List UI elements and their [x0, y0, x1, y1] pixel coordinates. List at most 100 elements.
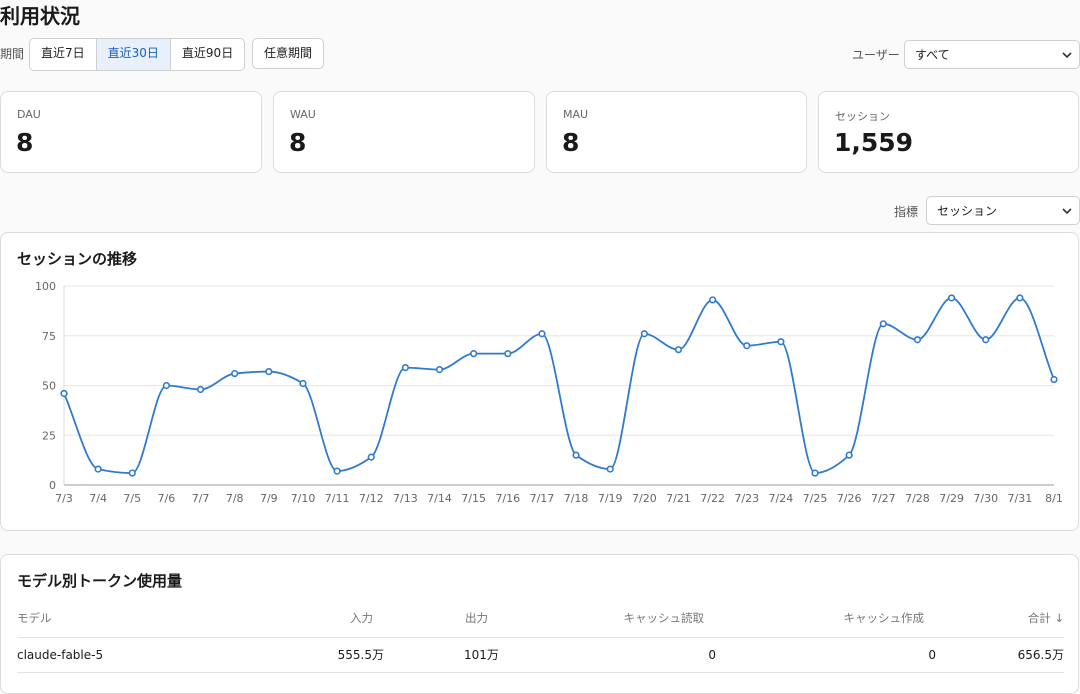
x-tick-label: 7/31 — [1008, 492, 1033, 505]
column-header-model[interactable]: モデル — [17, 603, 52, 634]
table-row: claude-fable-5 555.5万 101万 0 0 656.5万 — [17, 638, 1064, 673]
x-tick-label: 8/1 — [1045, 492, 1063, 505]
data-point — [640, 330, 648, 338]
x-tick-label: 7/26 — [837, 492, 862, 505]
x-tick-label: 7/12 — [359, 492, 384, 505]
data-point — [913, 336, 922, 344]
mau-label: MAU — [563, 108, 589, 121]
data-point — [1050, 375, 1058, 384]
cache-read-cell: 0 — [708, 648, 716, 662]
x-tick-label: 7/27 — [871, 492, 896, 505]
sessions-card: セッション 1,559 — [818, 91, 1079, 173]
x-tick-label: 7/3 — [55, 492, 73, 505]
y-tick-label: 50 — [42, 380, 56, 393]
data-point — [606, 465, 614, 473]
chevron-down-icon — [1062, 197, 1072, 237]
x-tick-label: 7/6 — [158, 492, 176, 505]
x-tick-label: 7/14 — [427, 492, 452, 505]
x-tick-label: 7/24 — [769, 492, 794, 505]
x-tick-label: 7/22 — [700, 492, 725, 505]
data-point — [162, 381, 171, 390]
data-point — [94, 465, 102, 473]
data-point — [845, 451, 853, 459]
chart-panel: セッションの推移 0 25 50 75 100 7/3 7/4 7/5 7/6 7/7 7/8 7/9… — [0, 232, 1079, 531]
mau-card: MAU 8 — [546, 91, 807, 173]
data-point — [743, 342, 751, 350]
data-point — [196, 385, 205, 394]
input-cell: 555.5万 — [337, 648, 384, 662]
x-tick-label: 7/18 — [564, 492, 589, 505]
period-30d-button[interactable]: 直近30日 — [96, 39, 171, 70]
data-point — [265, 367, 273, 376]
period-90d-button[interactable]: 直近90日 — [171, 39, 244, 70]
total-cell: 656.5万 — [1017, 648, 1064, 662]
token-usage-panel: モデル別トークン使用量 モデル 入力 出力 キャッシュ読取 キャッシュ作成 合計… — [0, 554, 1079, 694]
column-header-cache-write[interactable]: キャッシュ作成 — [844, 603, 925, 634]
y-tick-label: 25 — [42, 429, 56, 442]
x-tick-label: 7/19 — [598, 492, 623, 505]
x-tick-label: 7/10 — [291, 492, 316, 505]
data-point — [982, 336, 990, 344]
data-point — [674, 346, 683, 354]
data-point — [572, 451, 580, 459]
column-header-cache-read[interactable]: キャッシュ読取 — [624, 603, 705, 634]
model-cell: claude-fable-5 — [17, 648, 104, 662]
user-select[interactable]: すべて — [904, 40, 1080, 69]
data-point — [1016, 294, 1024, 302]
x-tick-label: 7/13 — [393, 492, 418, 505]
y-tick-label: 75 — [42, 330, 56, 343]
token-usage-title: モデル別トークン使用量 — [17, 572, 183, 590]
sessions-label: セッション — [835, 110, 890, 123]
mau-value: 8 — [562, 128, 580, 157]
data-point — [947, 294, 956, 302]
data-point — [401, 363, 409, 372]
data-point — [231, 369, 239, 378]
x-tick-label: 7/30 — [973, 492, 998, 505]
data-point — [299, 379, 307, 388]
sessions-line-chart: 0 25 50 75 100 7/3 7/4 7/5 7/6 7/7 7/8 7/9 7/10 7/11 7… — [35, 280, 1063, 505]
data-point — [60, 389, 68, 398]
custom-period-button[interactable]: 任意期間 — [252, 38, 325, 69]
wau-value: 8 — [289, 128, 307, 157]
x-tick-label: 7/23 — [734, 492, 759, 505]
x-tick-label: 7/20 — [632, 492, 657, 505]
x-tick-label: 7/16 — [495, 492, 520, 505]
y-tick-label: 0 — [49, 479, 56, 492]
table-header-row: モデル 入力 出力 キャッシュ読取 キャッシュ作成 合計 ↓ — [17, 603, 1064, 638]
user-select-value: すべて — [915, 48, 950, 62]
column-header-output[interactable]: 出力 — [465, 603, 488, 634]
chevron-down-icon — [1062, 41, 1072, 81]
metric-select-value: セッション — [937, 204, 998, 218]
page-title: 利用状況 — [0, 4, 80, 28]
data-point — [128, 469, 136, 477]
data-point — [333, 467, 341, 475]
x-tick-label: 7/15 — [461, 492, 486, 505]
token-usage-table: モデル 入力 出力 キャッシュ読取 キャッシュ作成 合計 ↓ claude-fa… — [17, 603, 1064, 673]
period-segmented-control: 直近7日 直近30日 直近90日 — [29, 38, 246, 71]
column-header-total[interactable]: 合計 ↓ — [1028, 603, 1064, 634]
cache-write-cell: 0 — [928, 648, 936, 662]
sessions-value: 1,559 — [834, 128, 914, 157]
x-tick-label: 7/8 — [226, 492, 244, 505]
metric-select[interactable]: セッション — [926, 196, 1080, 225]
x-tick-label: 7/17 — [530, 492, 555, 505]
data-point — [367, 453, 375, 461]
y-tick-label: 100 — [35, 280, 56, 293]
data-point — [538, 330, 546, 338]
x-tick-label: 7/25 — [803, 492, 828, 505]
data-point — [504, 350, 512, 358]
dau-value: 8 — [16, 128, 34, 157]
output-cell: 101万 — [464, 648, 499, 662]
data-point — [709, 296, 717, 304]
column-header-input[interactable]: 入力 — [350, 603, 373, 634]
dau-label: DAU — [17, 108, 41, 121]
period-label: 期間 — [0, 47, 25, 61]
x-tick-label: 7/9 — [260, 492, 278, 505]
period-7d-button[interactable]: 直近7日 — [30, 39, 97, 70]
data-point — [777, 338, 785, 346]
data-point — [435, 365, 444, 374]
x-tick-label: 7/29 — [939, 492, 964, 505]
x-tick-label: 7/21 — [666, 492, 691, 505]
wau-card: WAU 8 — [273, 91, 535, 173]
x-tick-label: 7/5 — [123, 492, 141, 505]
